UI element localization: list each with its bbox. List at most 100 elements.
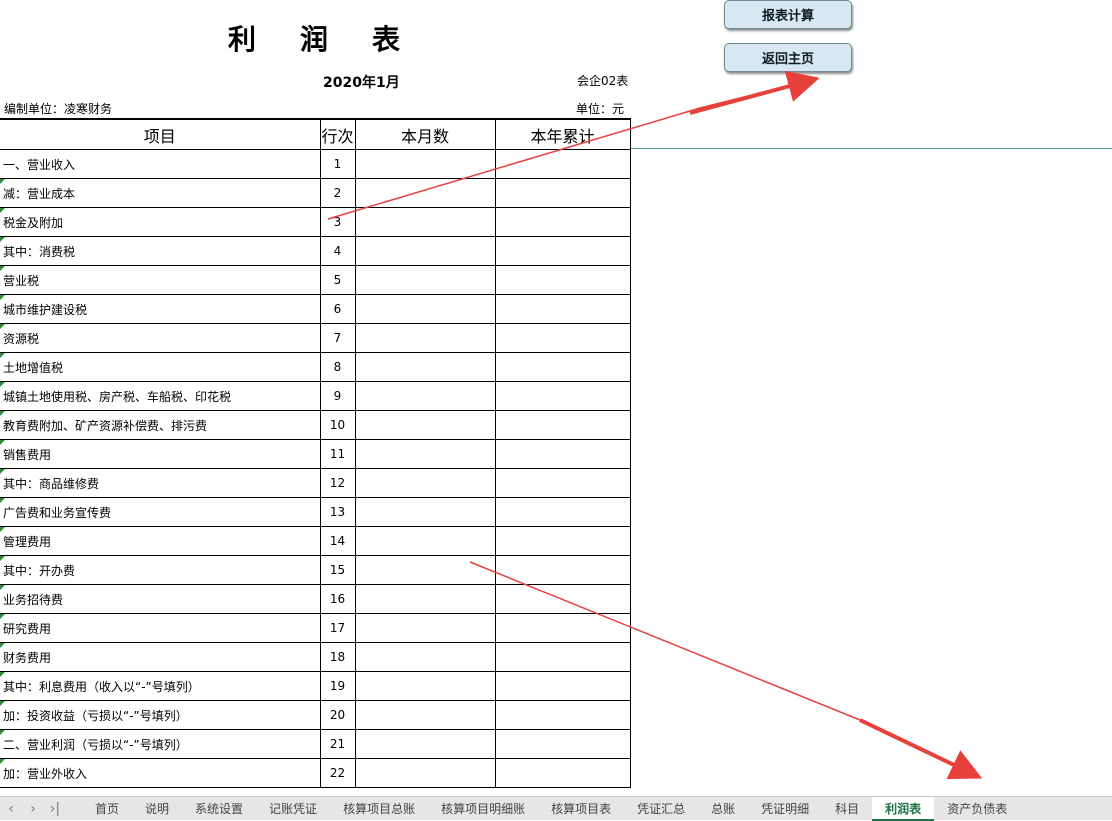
- row-line-no-text: 5: [333, 273, 342, 287]
- row-month-value[interactable]: [354, 671, 496, 701]
- row-item-label-text: 其中：商品维修费: [3, 476, 100, 491]
- report-calc-button[interactable]: 报表计算: [724, 0, 852, 29]
- cell-comment-marker: [0, 672, 5, 677]
- header-month: 本月数: [354, 118, 496, 150]
- sheet-tab[interactable]: 说明: [132, 797, 182, 821]
- return-home-button[interactable]: 返回主页: [724, 43, 852, 72]
- sheet-tab[interactable]: 核算项目总账: [330, 797, 428, 821]
- row-month-value[interactable]: [354, 439, 496, 469]
- row-month-value[interactable]: [354, 526, 496, 556]
- row-month-value[interactable]: [354, 613, 496, 643]
- table-row: 城市维护建设税 6: [0, 294, 631, 324]
- row-item-label: 财务费用: [0, 642, 321, 672]
- sheet-tab[interactable]: 凭证明细: [748, 797, 822, 821]
- sheet-tabs: 首页 说明 系统设置 记账凭证 核算项目总账 核算项目明细账 核算项目表 凭证汇总 总账 凭证明细…: [82, 796, 1020, 821]
- row-ytd-value[interactable]: [494, 207, 631, 237]
- row-ytd-value[interactable]: [494, 613, 631, 643]
- row-ytd-value[interactable]: [494, 236, 631, 266]
- row-ytd-value[interactable]: [494, 178, 631, 208]
- sheet-tab[interactable]: 首页: [82, 797, 132, 821]
- row-ytd-value[interactable]: [494, 729, 631, 759]
- row-month-value[interactable]: [354, 381, 496, 411]
- row-line-no: 18: [319, 642, 356, 672]
- sheet-tab[interactable]: 核算项目明细账: [428, 797, 538, 821]
- row-item-label-text: 加：营业外收入: [3, 766, 88, 781]
- row-item-label: 其中：利息费用（收入以“-”号填列）: [0, 671, 321, 701]
- row-item-label: 管理费用: [0, 526, 321, 556]
- header-line-no: 行次: [319, 118, 356, 150]
- sheet-tab[interactable]: 核算项目表: [538, 797, 624, 821]
- table-row: 管理费用 14: [0, 526, 631, 556]
- header-item: 项目: [0, 118, 321, 150]
- cell-comment-marker: [0, 730, 5, 735]
- sheet-tab[interactable]: 利润表: [872, 796, 935, 821]
- row-line-no-text: 10: [329, 418, 346, 432]
- row-ytd-value[interactable]: [494, 468, 631, 498]
- row-line-no: 14: [319, 526, 356, 556]
- row-ytd-value[interactable]: [494, 323, 631, 353]
- row-item-label-text: 管理费用: [3, 534, 52, 549]
- chevron-right-icon[interactable]: ›: [22, 801, 44, 817]
- row-item-label: 广告费和业务宣传费: [0, 497, 321, 527]
- row-ytd-value[interactable]: [494, 497, 631, 527]
- row-line-no: 10: [319, 410, 356, 440]
- row-month-value[interactable]: [354, 294, 496, 324]
- row-item-label-text: 税金及附加: [3, 215, 64, 230]
- row-item-label-text: 教育费附加、矿产资源补偿费、排污费: [3, 418, 208, 433]
- row-month-value[interactable]: [354, 265, 496, 295]
- header-ytd: 本年累计: [494, 118, 631, 150]
- row-ytd-value[interactable]: [494, 381, 631, 411]
- row-ytd-value[interactable]: [494, 526, 631, 556]
- unit-label: 单位：元: [576, 102, 625, 116]
- row-ytd-value[interactable]: [494, 555, 631, 585]
- table-row: 土地增值税 8: [0, 352, 631, 382]
- cell-comment-marker: [0, 324, 5, 329]
- row-month-value[interactable]: [354, 352, 496, 382]
- sheet-tab[interactable]: 记账凭证: [256, 797, 330, 821]
- row-ytd-value[interactable]: [494, 149, 631, 179]
- row-item-label: 加：营业外收入: [0, 758, 321, 788]
- row-month-value[interactable]: [354, 497, 496, 527]
- row-month-value[interactable]: [354, 729, 496, 759]
- chevron-last-icon[interactable]: ›|: [44, 801, 66, 817]
- row-item-label: 其中：消费税: [0, 236, 321, 266]
- row-month-value[interactable]: [354, 555, 496, 585]
- table-row: 营业税 5: [0, 265, 631, 295]
- arrow-to-tab-head: [859, 718, 983, 780]
- row-month-value[interactable]: [354, 584, 496, 614]
- row-month-value[interactable]: [354, 149, 496, 179]
- row-month-value[interactable]: [354, 323, 496, 353]
- row-month-value[interactable]: [354, 700, 496, 730]
- row-month-value[interactable]: [354, 468, 496, 498]
- row-month-value[interactable]: [354, 410, 496, 440]
- row-month-value[interactable]: [354, 758, 496, 788]
- cell-comment-marker: [0, 382, 5, 387]
- row-month-value[interactable]: [354, 207, 496, 237]
- sheet-tab[interactable]: 系统设置: [182, 797, 256, 821]
- row-ytd-value[interactable]: [494, 642, 631, 672]
- row-ytd-value[interactable]: [494, 700, 631, 730]
- row-item-label: 一、营业收入: [0, 149, 321, 179]
- row-line-no-text: 9: [333, 389, 342, 403]
- row-month-value[interactable]: [354, 178, 496, 208]
- row-line-no: 17: [319, 613, 356, 643]
- row-item-label-text: 其中：开办费: [3, 563, 76, 578]
- row-ytd-value[interactable]: [494, 584, 631, 614]
- row-ytd-value[interactable]: [494, 352, 631, 382]
- row-ytd-value[interactable]: [494, 439, 631, 469]
- row-item-label-text: 城市维护建设税: [3, 302, 88, 317]
- sheet-tab[interactable]: 科目: [822, 797, 872, 821]
- row-ytd-value[interactable]: [494, 265, 631, 295]
- row-ytd-value[interactable]: [494, 294, 631, 324]
- table-row: 研究费用 17: [0, 613, 631, 643]
- sheet-tab[interactable]: 凭证汇总: [624, 797, 698, 821]
- row-ytd-value[interactable]: [494, 410, 631, 440]
- row-ytd-value[interactable]: [494, 671, 631, 701]
- row-month-value[interactable]: [354, 236, 496, 266]
- row-line-no: 8: [319, 352, 356, 382]
- sheet-tab[interactable]: 总账: [698, 797, 748, 821]
- sheet-tab[interactable]: 资产负债表: [934, 797, 1020, 821]
- chevron-left-icon[interactable]: ‹: [0, 801, 22, 817]
- row-month-value[interactable]: [354, 642, 496, 672]
- row-ytd-value[interactable]: [494, 758, 631, 788]
